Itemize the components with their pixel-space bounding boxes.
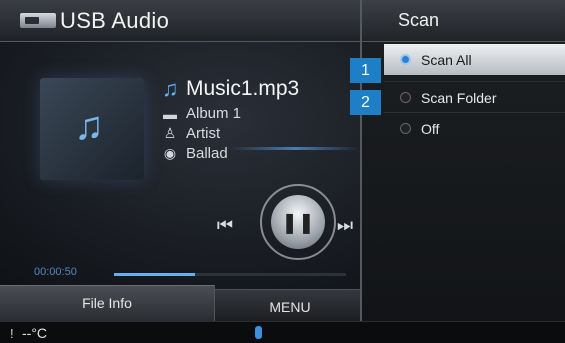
album-row: ▬ Album 1	[162, 105, 241, 122]
usb-drive-icon	[20, 13, 56, 28]
music-note-icon: ♫	[162, 76, 179, 101]
elapsed-time: 00:00:50	[34, 266, 77, 278]
scan-panel-title: Scan	[398, 10, 440, 30]
thermometer-icon: !	[10, 326, 14, 341]
next-track-button[interactable]: ⏭	[328, 212, 362, 238]
callout-2: 2	[350, 90, 381, 115]
radio-unselected-icon	[400, 92, 411, 103]
source-title: USB Audio	[60, 8, 170, 33]
menu-tab[interactable]: MENU	[215, 289, 365, 321]
track-title-row: ♫ Music1.mp3	[162, 76, 299, 102]
skip-back-icon: ⏮	[216, 214, 234, 235]
radio-selected-icon	[400, 54, 411, 65]
scan-panel-header: Scan	[362, 0, 565, 42]
genre-row: ◉ Ballad	[162, 145, 228, 162]
pause-button[interactable]: ❚❚	[271, 195, 325, 249]
status-bar: ! --°C	[0, 321, 565, 343]
folder-icon: ▬	[163, 105, 177, 122]
album-art: ♫	[40, 78, 144, 180]
disc-icon: ◉	[163, 145, 177, 161]
previous-track-button[interactable]: ⏮	[208, 212, 242, 238]
progress-fill	[114, 273, 195, 276]
file-info-label: File Info	[82, 295, 132, 311]
scan-option-scan-all[interactable]: Scan All	[384, 44, 565, 75]
artist-name: Artist	[186, 125, 221, 142]
skip-forward-icon: ⏭	[336, 214, 354, 235]
head-unit-screen: USB Audio ♫ ♫ Music1.mp3 ▬ Album 1 ♙ Art…	[0, 0, 565, 343]
artist-row: ♙ Artist	[162, 125, 220, 142]
scan-option-scan-folder[interactable]: Scan Folder	[384, 82, 565, 113]
music-note-icon: ♫	[74, 104, 104, 148]
track-title: Music1.mp3	[186, 77, 300, 100]
decorative-glow-line	[230, 147, 360, 150]
album-name: Album 1	[186, 105, 242, 122]
file-info-tab[interactable]: File Info	[0, 285, 215, 321]
outside-temperature: --°C	[22, 325, 48, 341]
genre-name: Ballad	[186, 145, 228, 162]
menu-label: MENU	[269, 299, 311, 315]
source-header: USB Audio	[0, 0, 360, 42]
radio-unselected-icon	[400, 123, 411, 134]
person-icon: ♙	[163, 125, 177, 141]
callout-1: 1	[350, 58, 381, 83]
scan-option-label: Scan Folder	[421, 89, 497, 106]
scan-option-label: Scan All	[421, 51, 472, 68]
bluetooth-icon	[255, 326, 262, 339]
scan-panel: Scan Scan All Scan Folder Off	[360, 0, 565, 321]
scan-option-off[interactable]: Off	[384, 113, 565, 144]
scan-option-label: Off	[421, 120, 440, 137]
pause-icon: ❚❚	[281, 211, 315, 234]
